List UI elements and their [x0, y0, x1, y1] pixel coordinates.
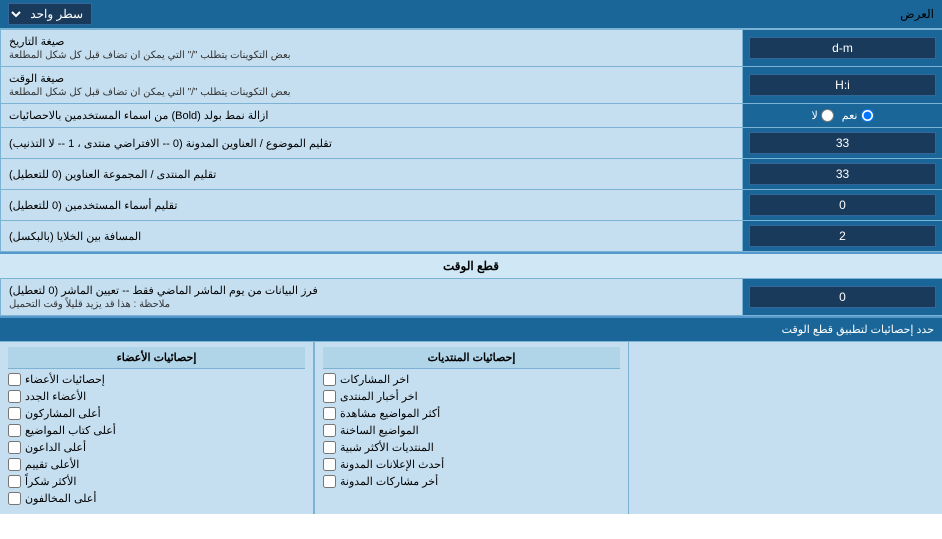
date-format-row: صيغة التاريخ بعض التكوينات يتطلب "/" الت…	[0, 30, 942, 67]
member-checkbox-6[interactable]	[8, 475, 21, 488]
checkbox-col-empty	[628, 342, 942, 514]
header-row: العرض سطر واحد سطرين ثلاثة أسطر	[0, 0, 942, 30]
spacing-row: المسافة بين الخلايا (بالبكسل)	[0, 221, 942, 252]
bottom-section: حدد إحصائيات لتطبيق قطع الوقت إحصائيات ا…	[0, 316, 942, 514]
checkbox-item: اخر أخبار المنتدى	[323, 390, 620, 403]
topic-titles-row: تقليم الموضوع / العناوين المدونة (0 -- ا…	[0, 128, 942, 159]
bold-yes-radio[interactable]	[861, 109, 874, 122]
member-checkbox-0[interactable]	[8, 373, 21, 386]
spacing-input[interactable]	[749, 225, 936, 247]
member-checkbox-3[interactable]	[8, 424, 21, 437]
forum-titles-input-container	[742, 159, 942, 189]
date-format-label: صيغة التاريخ بعض التكوينات يتطلب "/" الت…	[0, 30, 742, 66]
cutoff-value-row: فرز البيانات من يوم الماشر الماضي فقط --…	[0, 279, 942, 316]
time-format-input-container	[742, 67, 942, 103]
cutoff-value-label: فرز البيانات من يوم الماشر الماضي فقط --…	[0, 279, 742, 315]
time-format-row: صيغة الوقت بعض التكوينات يتطلب "/" التي …	[0, 67, 942, 104]
checkbox-item: اخر المشاركات	[323, 373, 620, 386]
time-format-input[interactable]	[749, 74, 936, 96]
member-checkbox-1[interactable]	[8, 390, 21, 403]
forum-checkbox-5[interactable]	[323, 458, 336, 471]
checkbox-col-forums: إحصائيات المنتديات اخر المشاركات اخر أخب…	[314, 342, 628, 514]
header-title: العرض	[900, 7, 934, 21]
forum-checkbox-2[interactable]	[323, 407, 336, 420]
cutoff-section-header: قطع الوقت	[0, 252, 942, 279]
forum-checkbox-6[interactable]	[323, 475, 336, 488]
usernames-input-container	[742, 190, 942, 220]
forum-titles-input[interactable]	[749, 163, 936, 185]
forum-checkbox-1[interactable]	[323, 390, 336, 403]
bottom-section-header: حدد إحصائيات لتطبيق قطع الوقت	[0, 318, 942, 342]
usernames-row: تقليم أسماء المستخدمين (0 للتعطيل)	[0, 190, 942, 221]
time-format-label: صيغة الوقت بعض التكوينات يتطلب "/" التي …	[0, 67, 742, 103]
forum-checkbox-4[interactable]	[323, 441, 336, 454]
display-mode-select[interactable]: سطر واحد سطرين ثلاثة أسطر	[8, 3, 92, 25]
bold-yes-label[interactable]: نعم	[842, 109, 874, 122]
date-format-input[interactable]	[749, 37, 936, 59]
cutoff-value-input[interactable]	[749, 286, 936, 308]
checkbox-item: أكثر المواضيع مشاهدة	[323, 407, 620, 420]
checkbox-item: أعلى المشاركون	[8, 407, 305, 420]
checkbox-item: المنتديات الأكثر شبية	[323, 441, 620, 454]
bottom-checkboxes: إحصائيات المنتديات اخر المشاركات اخر أخب…	[0, 342, 942, 514]
topic-titles-label: تقليم الموضوع / العناوين المدونة (0 -- ا…	[0, 128, 742, 158]
spacing-input-container	[742, 221, 942, 251]
date-format-input-container	[742, 30, 942, 66]
checkbox-item: إحصائيات الأعضاء	[8, 373, 305, 386]
topic-titles-input-container	[742, 128, 942, 158]
bold-no-radio[interactable]	[821, 109, 834, 122]
forum-checkbox-3[interactable]	[323, 424, 336, 437]
spacing-label: المسافة بين الخلايا (بالبكسل)	[0, 221, 742, 251]
checkbox-item: الأكثر شكراً	[8, 475, 305, 488]
checkbox-item: أحدث الإعلانات المدونة	[323, 458, 620, 471]
checkbox-item: أعلى الداعون	[8, 441, 305, 454]
checkbox-item: أخر مشاركات المدونة	[323, 475, 620, 488]
bold-remove-label: ازالة نمط بولد (Bold) من اسماء المستخدمي…	[0, 104, 742, 127]
forum-checkbox-0[interactable]	[323, 373, 336, 386]
forum-titles-label: تقليم المنتدى / المجموعة العناوين (0 للت…	[0, 159, 742, 189]
forum-stats-header: إحصائيات المنتديات	[323, 347, 620, 369]
checkbox-item: أعلى المخالفون	[8, 492, 305, 505]
member-stats-header: إحصائيات الأعضاء	[8, 347, 305, 369]
checkbox-item: أعلى كتاب المواضيع	[8, 424, 305, 437]
forum-titles-row: تقليم المنتدى / المجموعة العناوين (0 للت…	[0, 159, 942, 190]
checkbox-col-members: إحصائيات الأعضاء إحصائيات الأعضاء الأعضا…	[0, 342, 314, 514]
bold-remove-input-container: نعم لا	[742, 104, 942, 127]
main-container: العرض سطر واحد سطرين ثلاثة أسطر صيغة الت…	[0, 0, 942, 514]
topic-titles-input[interactable]	[749, 132, 936, 154]
member-checkbox-5[interactable]	[8, 458, 21, 471]
usernames-input[interactable]	[749, 194, 936, 216]
member-checkbox-4[interactable]	[8, 441, 21, 454]
bold-radio-group: نعم لا	[804, 109, 882, 122]
cutoff-value-input-container	[742, 279, 942, 315]
usernames-label: تقليم أسماء المستخدمين (0 للتعطيل)	[0, 190, 742, 220]
bold-no-label[interactable]: لا	[812, 109, 834, 122]
bold-remove-row: نعم لا ازالة نمط بولد (Bold) من اسماء ال…	[0, 104, 942, 128]
checkbox-item: المواضيع الساخنة	[323, 424, 620, 437]
checkbox-item: الأعلى تقييم	[8, 458, 305, 471]
checkbox-item: الأعضاء الجدد	[8, 390, 305, 403]
member-checkbox-2[interactable]	[8, 407, 21, 420]
member-checkbox-7[interactable]	[8, 492, 21, 505]
